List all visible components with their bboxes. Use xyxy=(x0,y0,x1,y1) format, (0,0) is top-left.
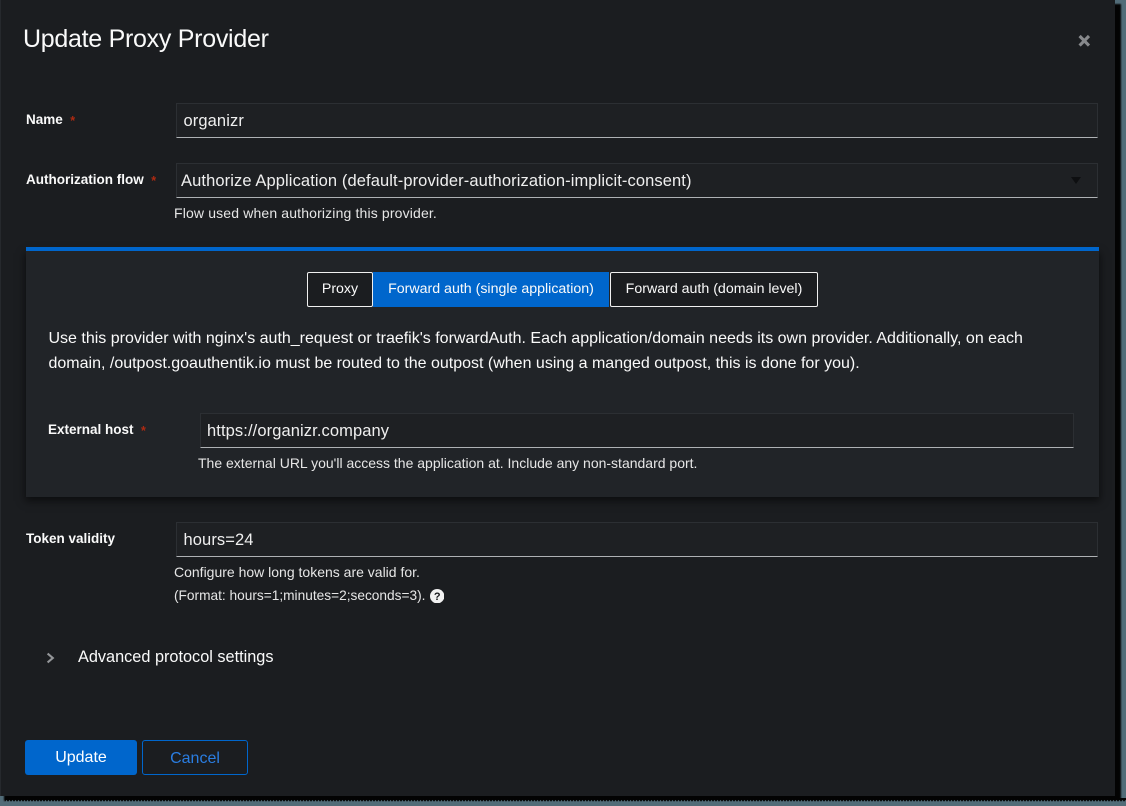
svg-text:?: ? xyxy=(433,590,440,602)
